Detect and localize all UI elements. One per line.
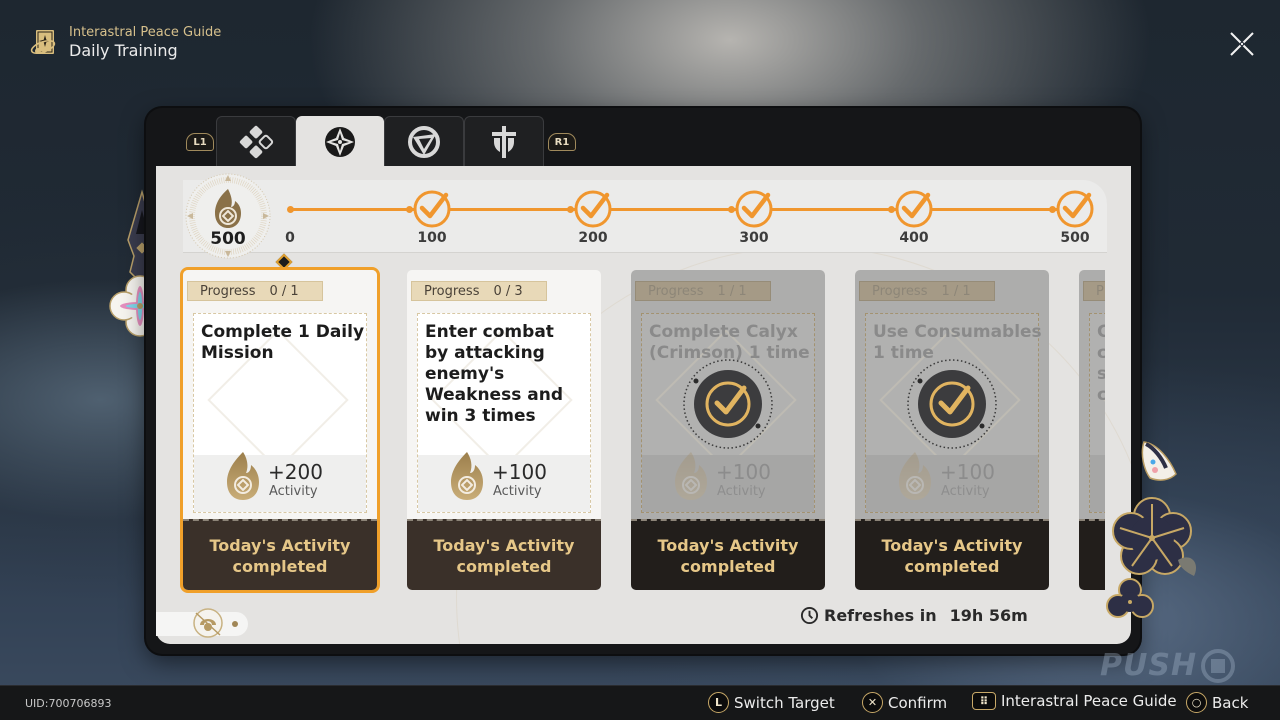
reward-unit: Activity — [717, 484, 766, 499]
tab-operation-briefing[interactable] — [216, 116, 296, 166]
hint-confirm[interactable]: ✕ Confirm — [862, 692, 947, 713]
header-title: Daily Training — [69, 41, 178, 60]
milestone-claimed-check-icon[interactable] — [412, 189, 452, 229]
survival-guide-icon — [408, 125, 440, 158]
completed-check-icon — [683, 359, 773, 449]
hint-label: Interastral Peace Guide — [1001, 692, 1177, 710]
refresh-time: 19h 56m — [949, 606, 1028, 625]
reward-amount: +100 — [940, 460, 995, 484]
reward-amount: +100 — [716, 460, 771, 484]
task-card[interactable]: Progress 1 / 1 Complete Calyx (Crimson) 1 … — [631, 270, 825, 590]
reward-unit: Activity — [493, 484, 542, 499]
hint-label: Switch Target — [734, 693, 835, 712]
milestone-claimed-check-icon[interactable] — [1055, 189, 1095, 229]
milestone-label: 100 — [417, 230, 447, 246]
progress-tag: Progress 1 / 1 — [635, 281, 771, 301]
activity-flame-icon — [451, 452, 483, 500]
watermark-square-icon — [1201, 648, 1236, 683]
card-status-footer: Today's Activity completed — [855, 519, 1049, 590]
reward-unit: Activity — [269, 484, 318, 499]
progress-tag: Progress 1 / 1 — [859, 281, 995, 301]
task-card[interactable]: Progress 1 / 1 Use Consumables 1 time +100 A… — [855, 270, 1049, 590]
progress-tag: Progress 0 / 3 — [411, 281, 547, 301]
header-subtitle: Interastral Peace Guide — [69, 25, 222, 40]
page-header: Interastral Peace Guide Daily Training — [28, 25, 221, 61]
milestone-claimed-check-icon[interactable] — [734, 189, 774, 229]
hint-switch-target[interactable]: L Switch Target — [708, 692, 835, 713]
treasures-icon — [492, 125, 516, 158]
activity-flame-icon — [675, 452, 707, 500]
hint-label: Confirm — [888, 693, 948, 712]
progress-value: 1 / 1 — [941, 283, 971, 299]
refresh-timer: Refreshes in 19h 56m — [800, 606, 1028, 625]
card-status-footer: Today's Activity completed — [631, 519, 825, 590]
track-start-node — [287, 206, 294, 213]
touchpad-button-icon: ⠿ — [972, 692, 996, 710]
activity-progress-track — [183, 180, 1107, 252]
progress-label: Progress — [200, 283, 256, 299]
daily-training-icon — [325, 126, 355, 157]
clock-icon — [800, 606, 819, 625]
tab-survival-guide[interactable] — [384, 116, 464, 166]
progress-tag: P — [1083, 281, 1105, 301]
refresh-label: Refreshes in — [824, 606, 937, 625]
briefing-icon — [239, 125, 274, 158]
milestone-claimed-check-icon[interactable] — [894, 189, 934, 229]
milestone-label: 200 — [578, 230, 608, 246]
card-body: Progress 1 / 1 Use Consumables 1 time +100 A… — [855, 270, 1049, 519]
guide-book-icon — [30, 30, 56, 55]
cross-button-icon: ✕ — [862, 692, 883, 713]
card-status-footer: Today's Activity completed — [183, 519, 377, 590]
reward-amount: +100 — [492, 460, 547, 484]
left-stick-icon: L — [708, 692, 729, 713]
user-id: UID:700706893 — [25, 697, 112, 710]
close-icon[interactable] — [1226, 29, 1258, 59]
task-description: Enter combat by attacking enemy's Weakne… — [425, 322, 563, 426]
card-body: Progress 0 / 1 Complete 1 Daily Mission +20… — [183, 270, 377, 519]
milestone-label: 0 — [285, 230, 295, 246]
reward-unit: Activity — [941, 484, 990, 499]
card-body: Progress 0 / 3 Enter combat by attacking e… — [407, 270, 601, 519]
emblem-icon — [193, 608, 223, 638]
tab-bar — [216, 116, 544, 166]
tab-daily-training[interactable] — [296, 116, 384, 166]
milestone-label: 400 — [899, 230, 929, 246]
push-watermark: PUSH — [1100, 648, 1236, 683]
task-card[interactable]: Progress 0 / 1 Complete 1 Daily Mission +20… — [180, 267, 380, 593]
page-dot — [232, 621, 238, 627]
tab-treasures-lightward[interactable] — [464, 116, 544, 166]
card-body: Progress 1 / 1 Complete Calyx (Crimson) 1 … — [631, 270, 825, 519]
completed-check-icon — [907, 359, 997, 449]
progress-label: Progress — [648, 283, 704, 299]
task-description: Complete 1 Daily Mission — [201, 322, 365, 363]
activity-flame-icon — [899, 452, 931, 500]
progress-value: 0 / 1 — [269, 283, 299, 299]
hint-interastral-peace-guide[interactable]: ⠿ Interastral Peace Guide — [972, 692, 1177, 710]
progress-label: Progress — [424, 283, 480, 299]
progress-value: 1 / 1 — [717, 283, 747, 299]
prev-tab-shoulder-button[interactable]: L1 — [186, 133, 214, 151]
task-description: C c s c — [1097, 322, 1105, 405]
task-card[interactable]: Progress 0 / 3 Enter combat by attacking e… — [407, 270, 601, 590]
progress-label: Progress — [872, 283, 928, 299]
circle-button-icon: ○ — [1186, 692, 1207, 713]
hint-label: Back — [1212, 693, 1249, 712]
activity-flame-icon — [227, 452, 259, 500]
watermark-text: PUSH — [1100, 648, 1198, 683]
milestone-label: 500 — [1060, 230, 1090, 246]
next-tab-shoulder-button[interactable]: R1 — [548, 133, 576, 151]
milestone-label: 300 — [739, 230, 769, 246]
progress-label: P — [1096, 283, 1104, 299]
milestone-claimed-check-icon[interactable] — [573, 189, 613, 229]
card-status-footer: Today's Activity completed — [407, 519, 601, 590]
progress-tag: Progress 0 / 1 — [187, 281, 323, 301]
hint-back[interactable]: ○ Back — [1186, 692, 1248, 713]
reward-amount: +200 — [268, 460, 323, 484]
progress-value: 0 / 3 — [493, 283, 523, 299]
flower-pin-decoration-right — [1106, 441, 1197, 618]
